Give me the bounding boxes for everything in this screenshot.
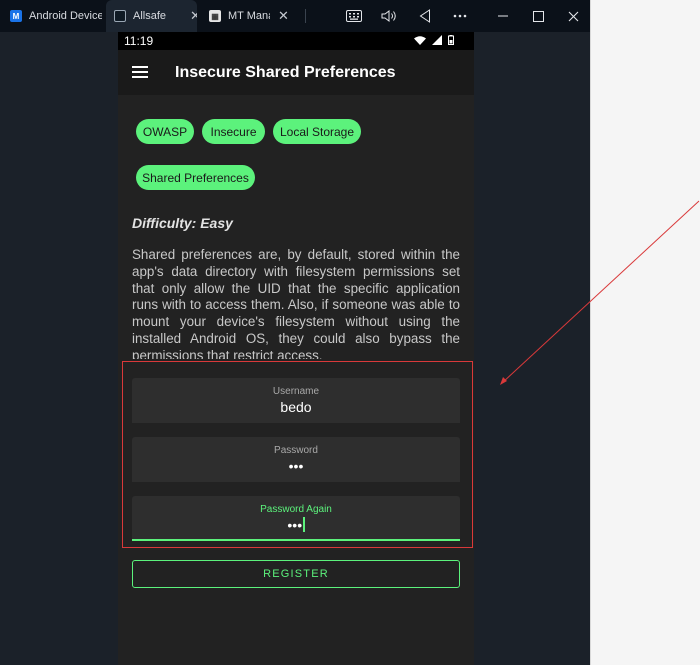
screen: M Android Device Allsafe ✕ ▦ MT Manager … <box>0 0 700 665</box>
annotation-arrow <box>500 200 700 385</box>
